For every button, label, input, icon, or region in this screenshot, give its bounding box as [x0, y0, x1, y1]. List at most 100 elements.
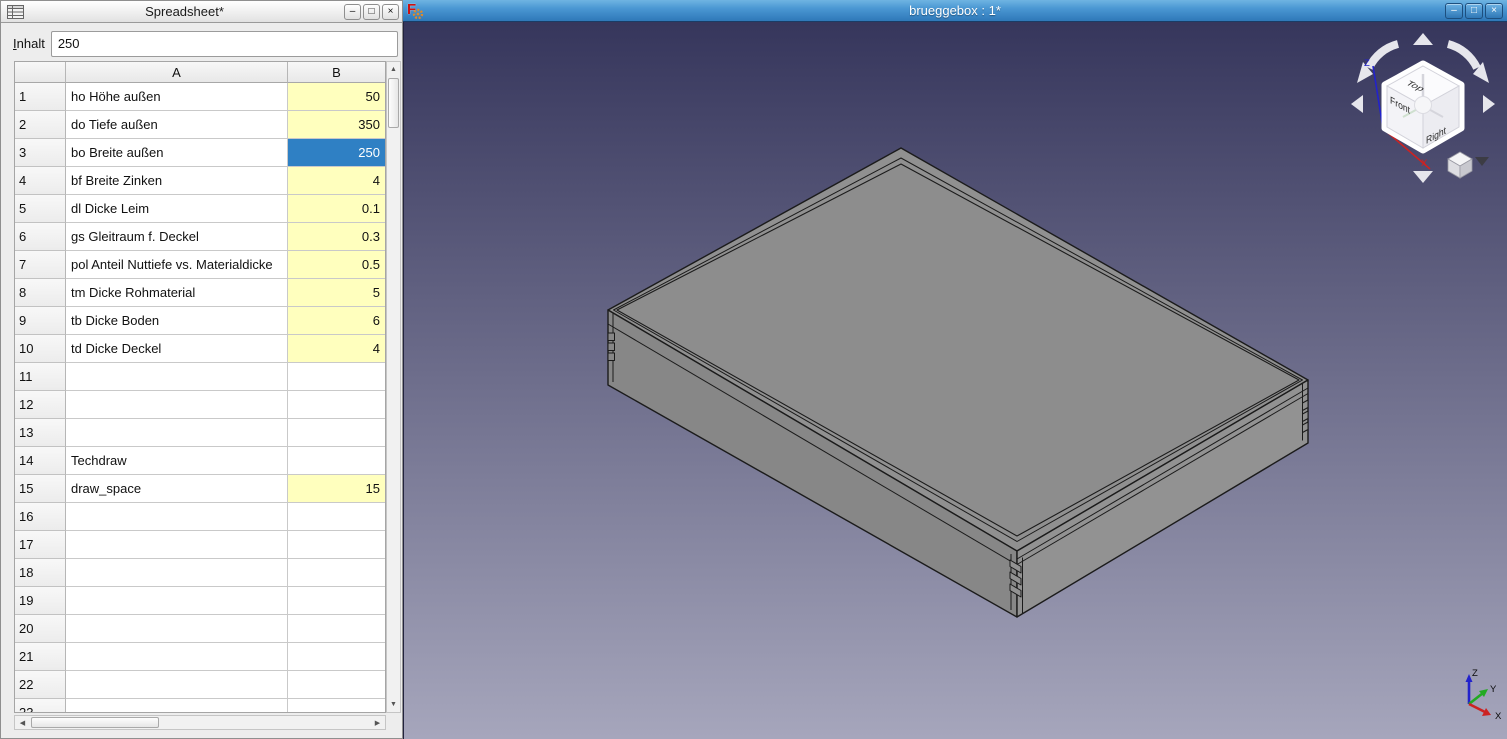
nav-left-arrow-icon[interactable] [1351, 95, 1363, 113]
horizontal-scrollbar-thumb[interactable] [31, 717, 159, 728]
row-header[interactable]: 9 [15, 307, 66, 335]
column-header-a[interactable]: A [66, 62, 288, 83]
cell-b14[interactable] [288, 447, 385, 475]
cell-b17[interactable] [288, 531, 385, 559]
cell-a11[interactable] [66, 363, 288, 391]
cell-b2[interactable]: 350 [288, 111, 385, 139]
cell-b19[interactable] [288, 587, 385, 615]
cell-a4[interactable]: bf Breite Zinken [66, 167, 288, 195]
cell-b1[interactable]: 50 [288, 83, 385, 111]
spreadsheet-titlebar[interactable]: Spreadsheet* – □ × [1, 1, 402, 23]
cell-b18[interactable] [288, 559, 385, 587]
navigation-cube[interactable]: Z X Top Front Right [1351, 33, 1495, 183]
cell-b20[interactable] [288, 615, 385, 643]
row-header[interactable]: 21 [15, 643, 66, 671]
cell-a7[interactable]: pol Anteil Nuttiefe vs. Materialdicke [66, 251, 288, 279]
cell-a5[interactable]: dl Dicke Leim [66, 195, 288, 223]
cell-a13[interactable] [66, 419, 288, 447]
dropdown-arrow-icon[interactable] [1475, 157, 1489, 166]
row-header[interactable]: 23 [15, 699, 66, 713]
cell-b3[interactable]: 250 [288, 139, 385, 167]
cell-a6[interactable]: gs Gleitraum f. Deckel [66, 223, 288, 251]
row-header[interactable]: 14 [15, 447, 66, 475]
cell-b7[interactable]: 0.5 [288, 251, 385, 279]
row-header[interactable]: 13 [15, 419, 66, 447]
row-header[interactable]: 8 [15, 279, 66, 307]
close-icon[interactable]: × [382, 4, 399, 20]
cell-a16[interactable] [66, 503, 288, 531]
vertical-scrollbar-thumb[interactable] [388, 78, 399, 128]
cell-a8[interactable]: tm Dicke Rohmaterial [66, 279, 288, 307]
scroll-right-icon[interactable]: ▶ [370, 716, 385, 729]
cell-b13[interactable] [288, 419, 385, 447]
column-header-b[interactable]: B [288, 62, 385, 83]
cell-a10[interactable]: td Dicke Deckel [66, 335, 288, 363]
freecad-titlebar[interactable]: F brueggebox : 1* – □ × [403, 0, 1507, 22]
cell-a17[interactable] [66, 531, 288, 559]
row-header[interactable]: 1 [15, 83, 66, 111]
row-header[interactable]: 20 [15, 615, 66, 643]
cell-b15[interactable]: 15 [288, 475, 385, 503]
cell-a20[interactable] [66, 615, 288, 643]
close-icon[interactable]: × [1485, 3, 1503, 19]
cell-a15[interactable]: draw_space [66, 475, 288, 503]
row-header[interactable]: 19 [15, 587, 66, 615]
cell-b6[interactable]: 0.3 [288, 223, 385, 251]
minimize-icon[interactable]: – [1445, 3, 1463, 19]
row-header[interactable]: 7 [15, 251, 66, 279]
cell-a3[interactable]: bo Breite außen [66, 139, 288, 167]
cell-a14[interactable]: Techdraw [66, 447, 288, 475]
row-header[interactable]: 22 [15, 671, 66, 699]
rotate-right-arrow-icon[interactable] [1448, 44, 1477, 68]
row-header[interactable]: 16 [15, 503, 66, 531]
cell-b23[interactable] [288, 699, 385, 713]
nav-down-arrow-icon[interactable] [1413, 171, 1433, 183]
maximize-icon[interactable]: □ [1465, 3, 1483, 19]
cell-a23[interactable] [66, 699, 288, 713]
row-header[interactable]: 10 [15, 335, 66, 363]
nav-right-arrow-icon[interactable] [1483, 95, 1495, 113]
cell-a18[interactable] [66, 559, 288, 587]
maximize-icon[interactable]: □ [363, 4, 380, 20]
cell-a9[interactable]: tb Dicke Boden [66, 307, 288, 335]
cell-b8[interactable]: 5 [288, 279, 385, 307]
row-header[interactable]: 6 [15, 223, 66, 251]
row-header[interactable]: 4 [15, 167, 66, 195]
row-header[interactable]: 11 [15, 363, 66, 391]
cell-b11[interactable] [288, 363, 385, 391]
cell-a21[interactable] [66, 643, 288, 671]
row-header[interactable]: 18 [15, 559, 66, 587]
cell-b22[interactable] [288, 671, 385, 699]
row-header[interactable]: 5 [15, 195, 66, 223]
cell-b10[interactable]: 4 [288, 335, 385, 363]
vertical-scrollbar[interactable]: ▲ ▼ [386, 61, 401, 713]
3d-viewport[interactable]: Z X Top Front Right [403, 22, 1507, 739]
nav-up-arrow-icon[interactable] [1413, 33, 1433, 45]
scroll-left-icon[interactable]: ◀ [15, 716, 30, 729]
cell-b16[interactable] [288, 503, 385, 531]
row-header[interactable]: 3 [15, 139, 66, 167]
nav-mini-cube-icon[interactable] [1448, 152, 1472, 178]
row-header[interactable]: 2 [15, 111, 66, 139]
cell-b21[interactable] [288, 643, 385, 671]
rotate-left-arrow-icon[interactable] [1369, 44, 1398, 68]
box-model[interactable] [608, 148, 1308, 617]
cell-b9[interactable]: 6 [288, 307, 385, 335]
cell-a12[interactable] [66, 391, 288, 419]
minimize-icon[interactable]: – [344, 4, 361, 20]
row-header[interactable]: 15 [15, 475, 66, 503]
cell-b4[interactable]: 4 [288, 167, 385, 195]
cell-b5[interactable]: 0.1 [288, 195, 385, 223]
cell-a1[interactable]: ho Höhe außen [66, 83, 288, 111]
horizontal-scrollbar[interactable]: ◀ ▶ [14, 715, 386, 730]
cell-a22[interactable] [66, 671, 288, 699]
corner-header[interactable] [15, 62, 66, 83]
cell-a2[interactable]: do Tiefe außen [66, 111, 288, 139]
scroll-down-icon[interactable]: ▼ [387, 697, 400, 712]
row-header[interactable]: 12 [15, 391, 66, 419]
cell-a19[interactable] [66, 587, 288, 615]
scroll-up-icon[interactable]: ▲ [387, 62, 400, 77]
content-input[interactable] [51, 31, 398, 57]
cell-b12[interactable] [288, 391, 385, 419]
row-header[interactable]: 17 [15, 531, 66, 559]
